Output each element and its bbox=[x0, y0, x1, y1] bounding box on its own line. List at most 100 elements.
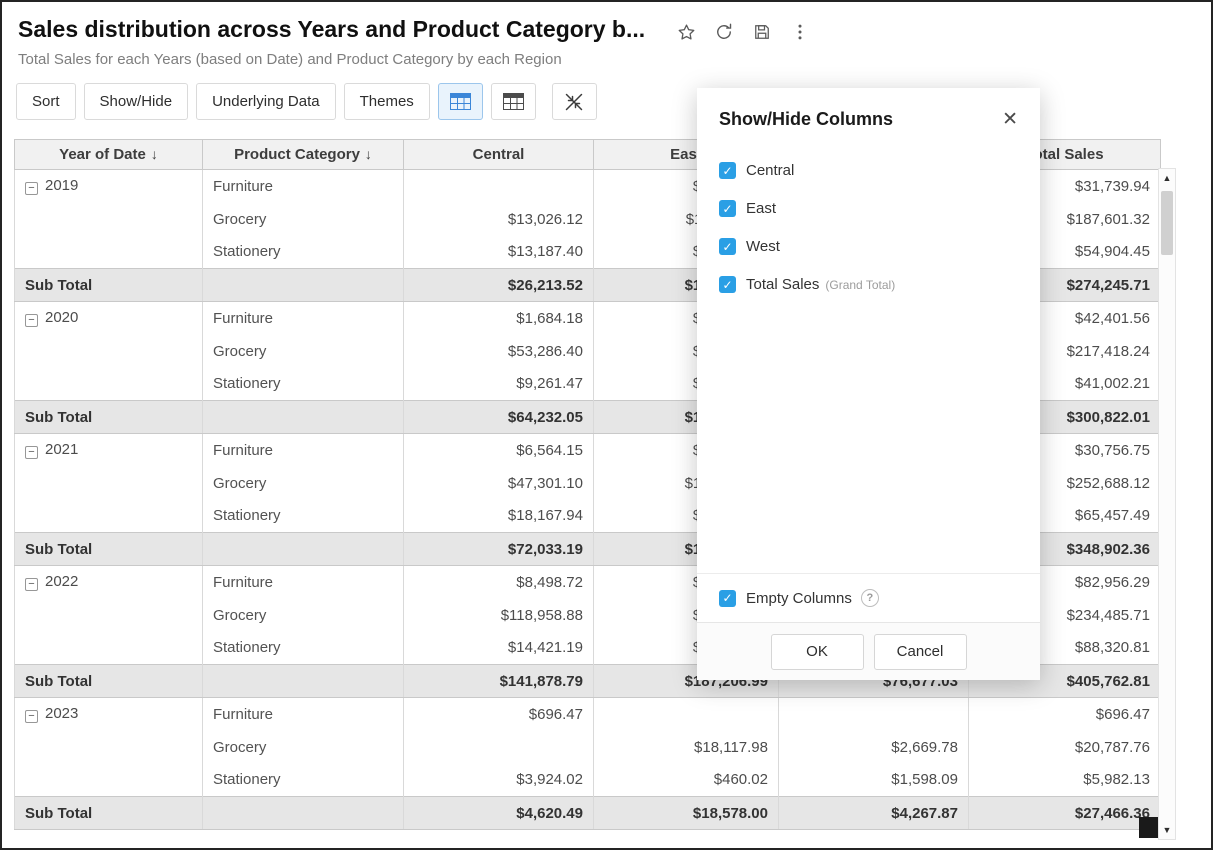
year-label: 2021 bbox=[45, 441, 78, 458]
report-window: Sales distribution across Years and Prod… bbox=[0, 0, 1213, 850]
value-cell-central: $6,564.15 bbox=[404, 434, 594, 467]
pivot-view-button[interactable] bbox=[438, 83, 483, 120]
collapse-group-icon[interactable]: − bbox=[25, 446, 38, 459]
value-cell-west: $2,669.78 bbox=[779, 731, 969, 764]
subtotal-value-cell-total: $27,466.36 bbox=[969, 797, 1161, 830]
subtotal-value-cell-central: $141,878.79 bbox=[404, 665, 594, 698]
sort-descending-icon: ↓ bbox=[151, 146, 158, 162]
column-toggle-label: West bbox=[746, 238, 780, 255]
check-icon: ✓ bbox=[722, 165, 732, 177]
scrollbar-thumb[interactable] bbox=[1161, 191, 1173, 255]
collapse-group-icon[interactable]: − bbox=[25, 710, 38, 723]
value-cell-central: $13,026.12 bbox=[404, 203, 594, 236]
refresh-icon[interactable] bbox=[713, 20, 735, 44]
subtotal-label-cell: Sub Total bbox=[15, 533, 203, 566]
favorite-star-icon[interactable] bbox=[675, 20, 697, 44]
checkbox-checked[interactable]: ✓ bbox=[719, 162, 736, 179]
check-icon: ✓ bbox=[722, 203, 732, 215]
value-cell-east bbox=[594, 698, 779, 731]
collapse-group-icon[interactable]: − bbox=[25, 578, 38, 591]
toolbar-button-show-hide[interactable]: Show/Hide bbox=[84, 83, 189, 120]
ok-button[interactable]: OK bbox=[771, 634, 864, 670]
show-hide-columns-dialog: Show/Hide Columns ✕ ✓ Central ✓ East ✓ West ✓T… bbox=[697, 88, 1040, 680]
scroll-up-icon[interactable]: ▲ bbox=[1159, 173, 1175, 183]
save-icon[interactable] bbox=[751, 20, 773, 44]
close-icon[interactable]: ✕ bbox=[1002, 110, 1018, 129]
help-icon[interactable]: ? bbox=[861, 589, 879, 607]
dialog-spacer bbox=[697, 314, 1040, 573]
toolbar-button-sort[interactable]: Sort bbox=[16, 83, 76, 120]
value-cell-central: $118,958.88 bbox=[404, 599, 594, 632]
value-cell-total: $696.47 bbox=[969, 698, 1161, 731]
dialog-title: Show/Hide Columns bbox=[719, 109, 893, 130]
header-actions bbox=[675, 16, 811, 44]
toolbar-text-buttons: SortShow/HideUnderlying DataThemes bbox=[16, 83, 430, 120]
column-toggle-item-total-sales[interactable]: ✓Total Sales(Grand Total) bbox=[719, 276, 1018, 293]
value-cell-central bbox=[404, 731, 594, 764]
category-cell: Furniture bbox=[203, 566, 404, 599]
column-toggle-item-east[interactable]: ✓ East bbox=[719, 200, 1018, 217]
collapse-group-icon[interactable]: − bbox=[25, 182, 38, 195]
checkbox-checked[interactable]: ✓ bbox=[719, 276, 736, 293]
subtotal-empty-cell bbox=[203, 269, 404, 302]
year-label: 2019 bbox=[45, 177, 78, 194]
column-toggle-item-west[interactable]: ✓ West bbox=[719, 238, 1018, 255]
column-header-product-category[interactable]: Product Category↓ bbox=[203, 140, 404, 170]
checkbox-checked[interactable]: ✓ bbox=[719, 200, 736, 217]
year-label: 2022 bbox=[45, 573, 78, 590]
column-header-central[interactable]: Central bbox=[404, 140, 594, 170]
check-icon: ✓ bbox=[722, 279, 732, 291]
subtotal-value-cell-east: $18,578.00 bbox=[594, 797, 779, 830]
more-options-icon[interactable] bbox=[789, 20, 811, 44]
tabular-view-button[interactable] bbox=[491, 83, 536, 120]
check-icon: ✓ bbox=[722, 241, 732, 253]
cancel-button[interactable]: Cancel bbox=[874, 634, 967, 670]
year-cell: −2020 bbox=[15, 302, 203, 401]
dialog-column-list: ✓ Central ✓ East ✓ West ✓Total Sales(Grand Tot… bbox=[697, 150, 1040, 314]
dialog-footer: OK Cancel bbox=[697, 622, 1040, 680]
category-cell: Stationery bbox=[203, 236, 404, 269]
column-toggle-label: Central bbox=[746, 162, 794, 179]
value-cell-central: $14,421.19 bbox=[404, 632, 594, 665]
value-cell-central: $13,187.40 bbox=[404, 236, 594, 269]
value-cell-total: $5,982.13 bbox=[969, 764, 1161, 797]
subtotal-label-cell: Sub Total bbox=[15, 401, 203, 434]
toolbar-button-themes[interactable]: Themes bbox=[344, 83, 430, 120]
category-cell: Grocery bbox=[203, 203, 404, 236]
category-cell: Stationery bbox=[203, 368, 404, 401]
column-header-year-of-date[interactable]: Year of Date↓ bbox=[15, 140, 203, 170]
category-cell: Grocery bbox=[203, 467, 404, 500]
collapse-group-icon[interactable]: − bbox=[25, 314, 38, 327]
value-cell-central: $696.47 bbox=[404, 698, 594, 731]
subtotal-empty-cell bbox=[203, 533, 404, 566]
table-row: −2023Furniture$696.47$696.47 bbox=[15, 698, 1161, 731]
value-cell-total: $20,787.76 bbox=[969, 731, 1161, 764]
report-subtitle: Total Sales for each Years (based on Dat… bbox=[2, 44, 1211, 68]
value-cell-central: $1,684.18 bbox=[404, 302, 594, 335]
value-cell-central: $18,167.94 bbox=[404, 500, 594, 533]
sort-descending-icon: ↓ bbox=[365, 146, 372, 162]
dialog-header: Show/Hide Columns ✕ bbox=[697, 88, 1040, 150]
value-cell-central: $53,286.40 bbox=[404, 335, 594, 368]
category-cell: Stationery bbox=[203, 764, 404, 797]
vertical-scrollbar[interactable]: ▲ ▼ bbox=[1158, 168, 1176, 840]
column-toggle-label: East bbox=[746, 200, 776, 217]
checkbox-checked[interactable]: ✓ bbox=[719, 238, 736, 255]
empty-columns-checkbox[interactable]: ✓ bbox=[719, 590, 736, 607]
category-cell: Furniture bbox=[203, 170, 404, 203]
value-cell-west bbox=[779, 698, 969, 731]
value-cell-central: $3,924.02 bbox=[404, 764, 594, 797]
check-icon: ✓ bbox=[722, 592, 732, 604]
collapse-icon bbox=[563, 91, 585, 113]
subtotal-value-cell-central: $64,232.05 bbox=[404, 401, 594, 434]
collapse-all-button[interactable] bbox=[552, 83, 597, 120]
subtotal-empty-cell bbox=[203, 665, 404, 698]
value-cell-central: $47,301.10 bbox=[404, 467, 594, 500]
column-toggle-item-central[interactable]: ✓ Central bbox=[719, 162, 1018, 179]
toolbar-button-underlying-data[interactable]: Underlying Data bbox=[196, 83, 336, 120]
scroll-down-icon[interactable]: ▼ bbox=[1159, 825, 1175, 835]
year-cell: −2022 bbox=[15, 566, 203, 665]
subtotal-label-cell: Sub Total bbox=[15, 665, 203, 698]
category-cell: Furniture bbox=[203, 698, 404, 731]
empty-columns-row: ✓ Empty Columns ? bbox=[697, 573, 1040, 622]
